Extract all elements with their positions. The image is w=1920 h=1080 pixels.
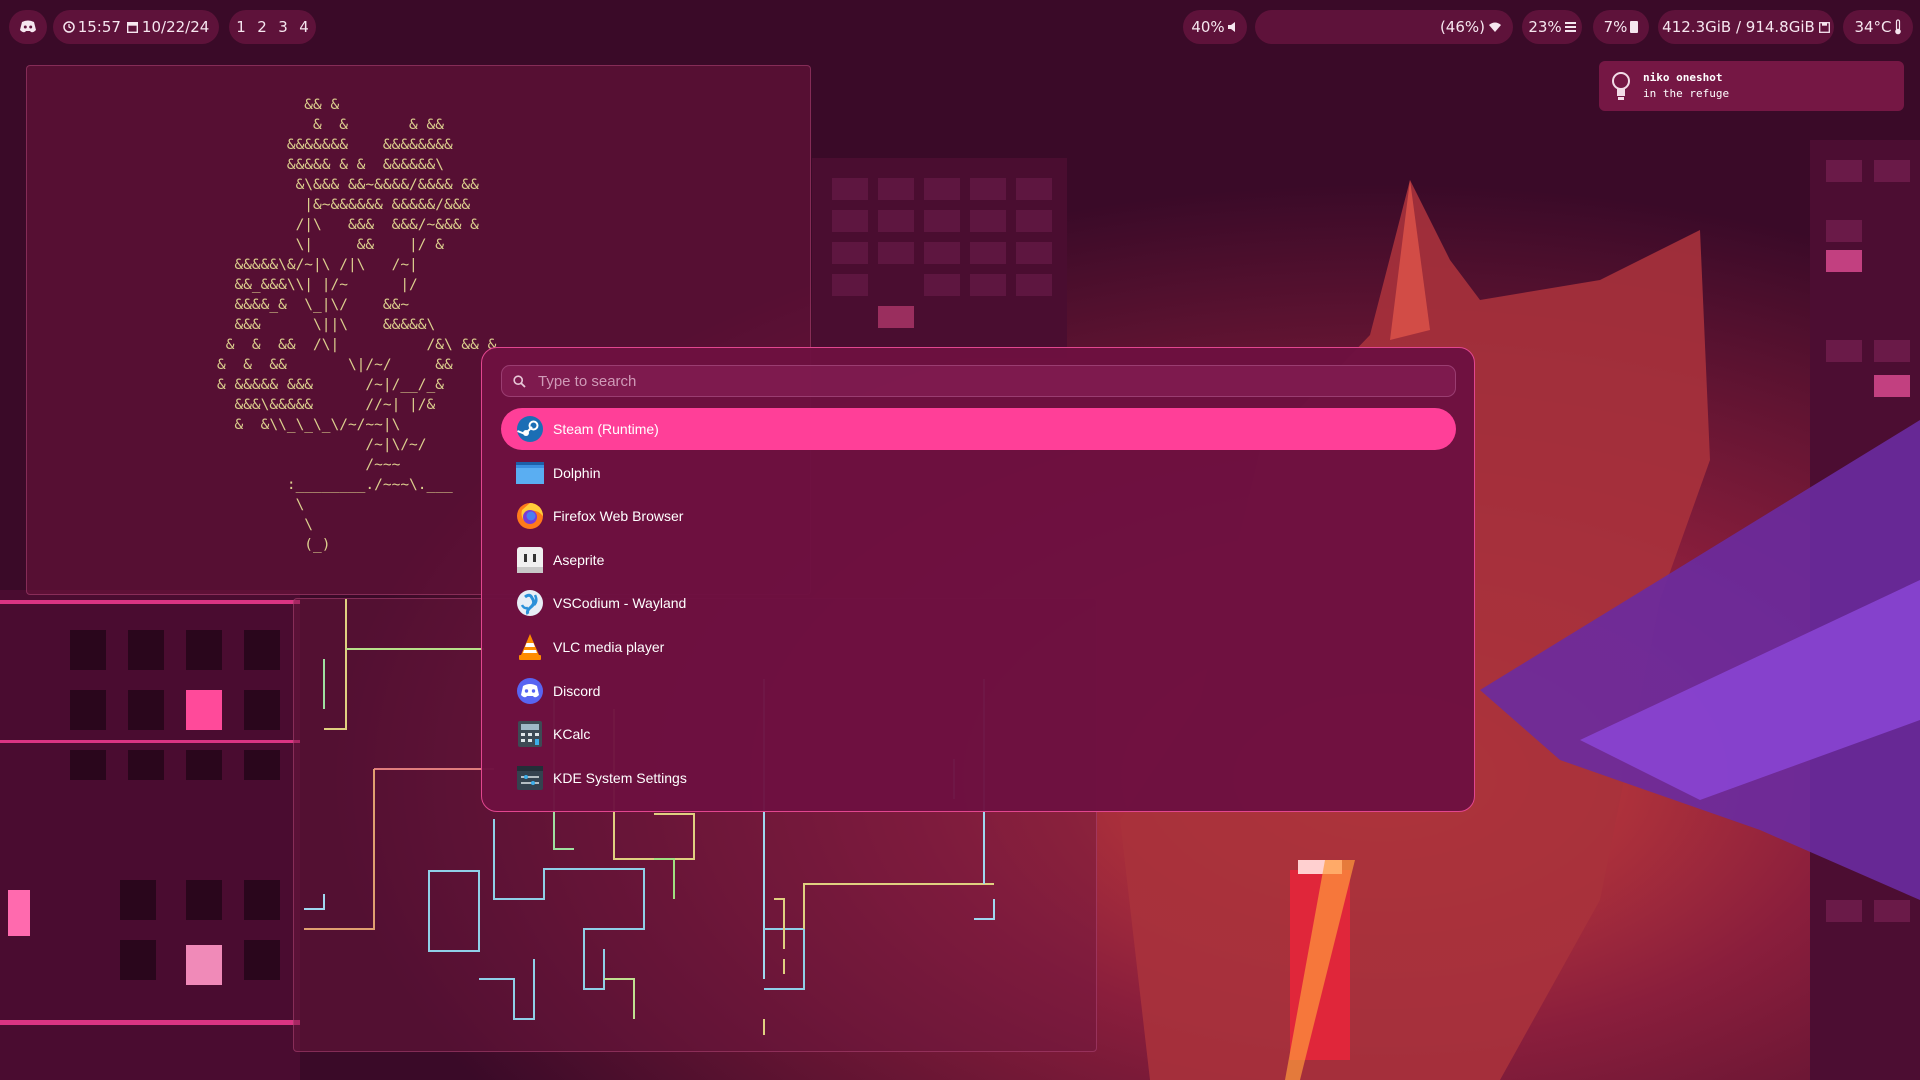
app-item-firefox[interactable]: Firefox Web Browser	[501, 495, 1456, 537]
app-item-vscodium[interactable]: VSCodium - Wayland	[501, 582, 1456, 624]
temperature-value: 34°C	[1854, 18, 1892, 36]
app-name: KDE System Settings	[553, 769, 687, 786]
search-box[interactable]	[501, 365, 1456, 397]
app-name: Discord	[553, 682, 601, 699]
aseprite-icon	[515, 545, 544, 574]
volume-widget[interactable]: 40%	[1183, 10, 1247, 44]
app-name: KCalc	[553, 726, 591, 743]
vlc-icon	[515, 632, 544, 661]
disk-icon	[1818, 21, 1830, 33]
calculator-icon	[515, 720, 544, 749]
wifi-icon	[1489, 22, 1501, 32]
clock-widget[interactable]: 15:57 10/22/24	[53, 10, 219, 44]
workspace-4[interactable]: 4	[294, 18, 315, 36]
search-icon	[502, 374, 536, 388]
now-playing-notification[interactable]: niko oneshot in the refuge	[1599, 61, 1904, 111]
disk-widget[interactable]: 412.3GiB / 914.8GiB	[1658, 10, 1834, 44]
network-strength: (46%)	[1439, 18, 1485, 36]
memory-usage: 7%	[1603, 18, 1628, 36]
app-item-aseprite[interactable]: Aseprite	[501, 539, 1456, 581]
clock-icon	[62, 21, 75, 33]
app-item-vlc[interactable]: VLC media player	[501, 626, 1456, 668]
discord-icon	[515, 676, 544, 705]
app-item-kcalc[interactable]: KCalc	[501, 713, 1456, 755]
bonsai-ascii-art: && & & & & && &&&&&&& &&&&&&&& &&&&& & &…	[217, 97, 497, 553]
app-item-dolphin[interactable]: Dolphin	[501, 452, 1456, 494]
app-name: Dolphin	[553, 464, 601, 481]
cpu-widget[interactable]: 23%	[1522, 10, 1582, 44]
workspace-3[interactable]: 3	[273, 18, 294, 36]
network-widget[interactable]: (46%)	[1255, 10, 1513, 44]
clock-time: 15:57	[77, 18, 121, 36]
thermometer-icon	[1894, 19, 1902, 35]
speaker-icon	[1227, 21, 1239, 33]
lightbulb-icon	[1599, 71, 1643, 101]
workspace-switcher: 1 2 3 4	[229, 10, 316, 44]
temperature-widget[interactable]: 34°C	[1843, 10, 1913, 44]
workspace-2[interactable]: 2	[252, 18, 273, 36]
notification-title: niko oneshot	[1643, 71, 1723, 84]
app-item-discord[interactable]: Discord	[501, 670, 1456, 712]
notification-body: in the refuge	[1643, 87, 1730, 100]
app-list: Steam (Runtime) Dolphin Firefox Web Brow…	[501, 408, 1456, 800]
settings-icon	[515, 763, 544, 792]
memory-widget[interactable]: 7%	[1593, 10, 1649, 44]
cpu-icon	[1564, 22, 1576, 32]
calendar-icon	[126, 21, 138, 33]
app-item-steam[interactable]: Steam (Runtime)	[501, 408, 1456, 450]
workspace-1[interactable]: 1	[231, 18, 252, 36]
steam-icon	[515, 415, 544, 444]
app-name: VSCodium - Wayland	[553, 595, 687, 612]
firefox-icon	[515, 502, 544, 531]
app-name: Firefox Web Browser	[553, 508, 684, 525]
disk-usage: 412.3GiB / 914.8GiB	[1662, 18, 1815, 36]
memory-icon	[1630, 21, 1639, 33]
discord-icon	[19, 20, 37, 34]
app-item-system-settings[interactable]: KDE System Settings	[501, 757, 1456, 799]
search-input[interactable]	[536, 371, 1455, 391]
clock-date: 10/22/24	[141, 18, 210, 36]
app-name: Aseprite	[553, 551, 605, 568]
app-name: Steam (Runtime)	[553, 421, 659, 437]
folder-icon	[515, 458, 544, 487]
app-name: VLC media player	[553, 638, 665, 655]
vscodium-icon	[515, 589, 544, 618]
app-launcher: Steam (Runtime) Dolphin Firefox Web Brow…	[481, 347, 1475, 812]
volume-level: 40%	[1191, 18, 1225, 36]
app-menu-button[interactable]	[9, 10, 47, 44]
cpu-usage: 23%	[1528, 18, 1562, 36]
